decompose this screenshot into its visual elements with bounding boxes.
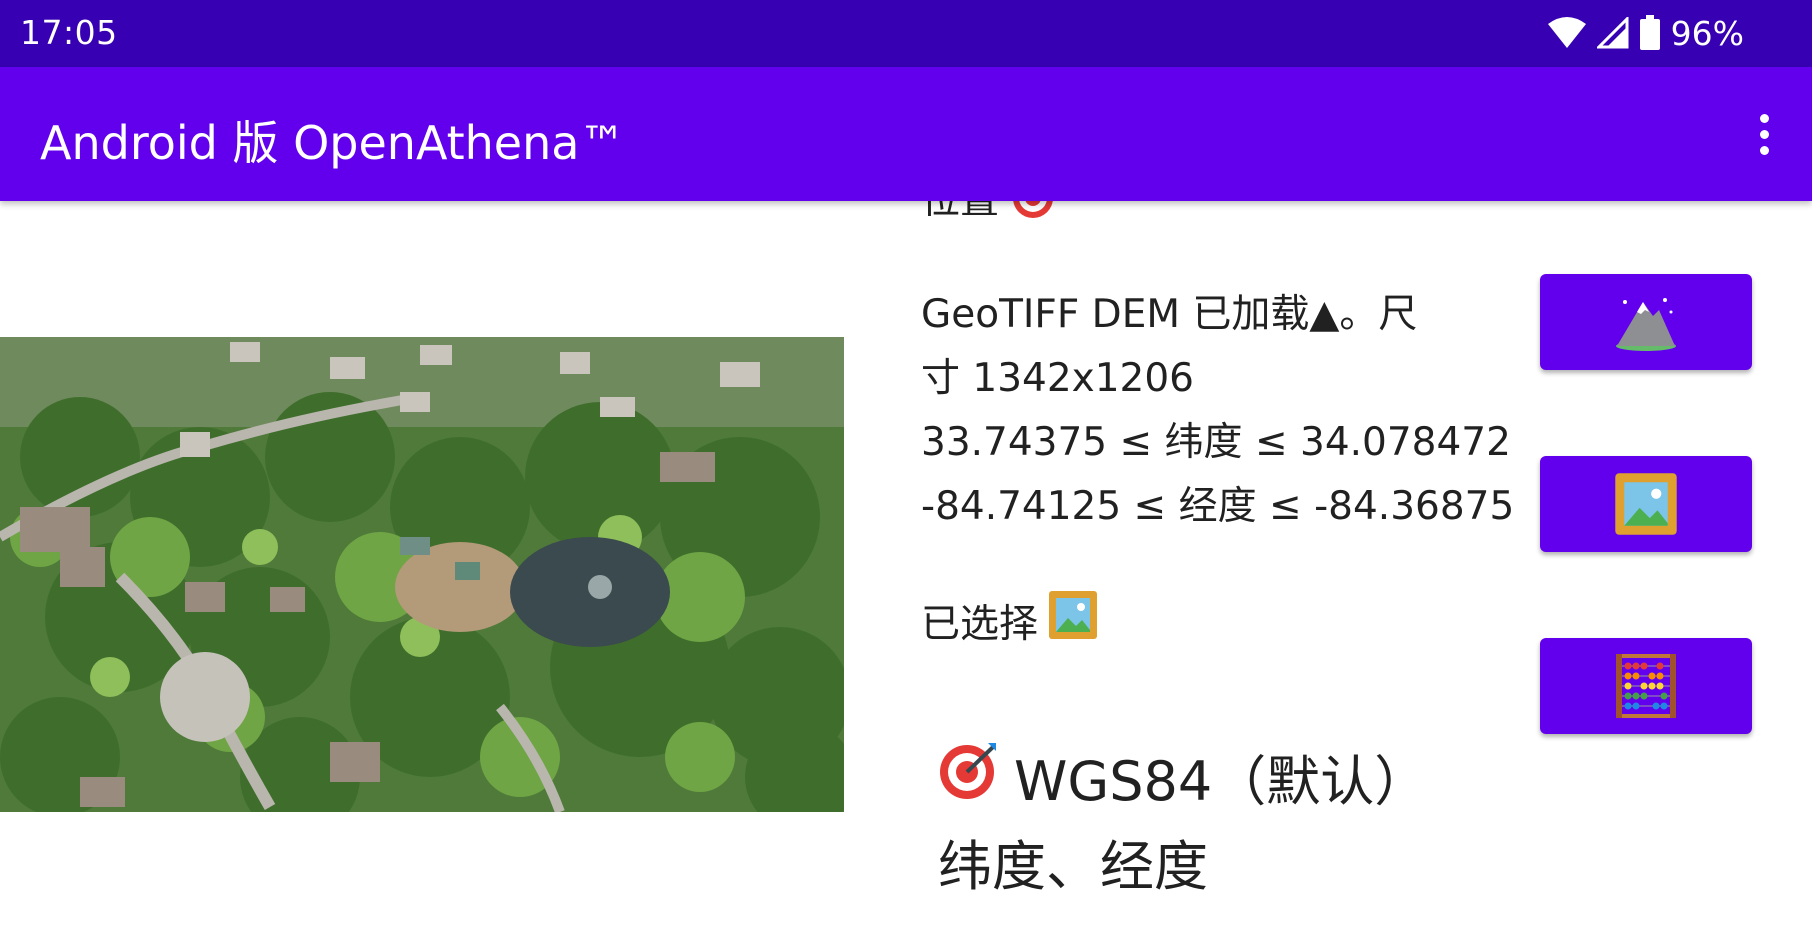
dem-status-line: 寸 1342x1206 [921,356,1194,401]
dem-status-line: -84.74125 ≤ 经度 ≤ -84.36875 [921,484,1515,529]
bullseye-icon [938,739,1000,825]
cell-signal-icon [1596,17,1629,49]
aerial-drone-photo[interactable] [0,337,844,812]
status-time: 17:05 [20,13,118,52]
mountain-icon [1613,292,1679,352]
selected-status: 已选择 [921,590,1098,660]
main-content: 位置 GeoTIFF DEM 已加载▲。尺 寸 1342x1206 33.743… [0,201,1812,945]
output-coordinates: WGS84（默认） 纬度、经度 [938,739,1428,909]
selected-label: 已选择 [921,602,1039,647]
overflow-menu-icon[interactable] [1736,104,1792,164]
app-title: Android 版 OpenAthena™ [40,116,626,170]
target-icon [1011,201,1055,230]
dem-status-line: 33.74375 ≤ 纬度 ≤ 34.078472 [921,420,1511,465]
battery-percent: 96% [1670,13,1744,53]
select-image-button[interactable] [1540,456,1752,552]
output-format-sublabel: 纬度、经度 [938,835,1208,898]
status-bar: 17:05 96% [0,0,1812,67]
wifi-icon [1547,16,1587,50]
output-format-label: WGS84（默认） [1014,750,1429,813]
dem-status-line: GeoTIFF DEM 已加载▲。尺 [921,292,1418,337]
location-label-text: 位置 [921,201,999,223]
app-bar: Android 版 OpenAthena™ [0,67,1812,201]
status-icons: 96% [1547,13,1744,53]
framed-picture-icon [1614,472,1678,536]
battery-icon [1639,15,1661,51]
location-label: 位置 [921,201,1055,230]
calculate-button[interactable] [1540,638,1752,734]
dem-status-text: GeoTIFF DEM 已加载▲。尺 寸 1342x1206 33.74375 … [921,283,1515,539]
abacus-icon [1616,654,1676,718]
framed-picture-icon [1048,590,1098,660]
load-dem-button[interactable] [1540,274,1752,370]
